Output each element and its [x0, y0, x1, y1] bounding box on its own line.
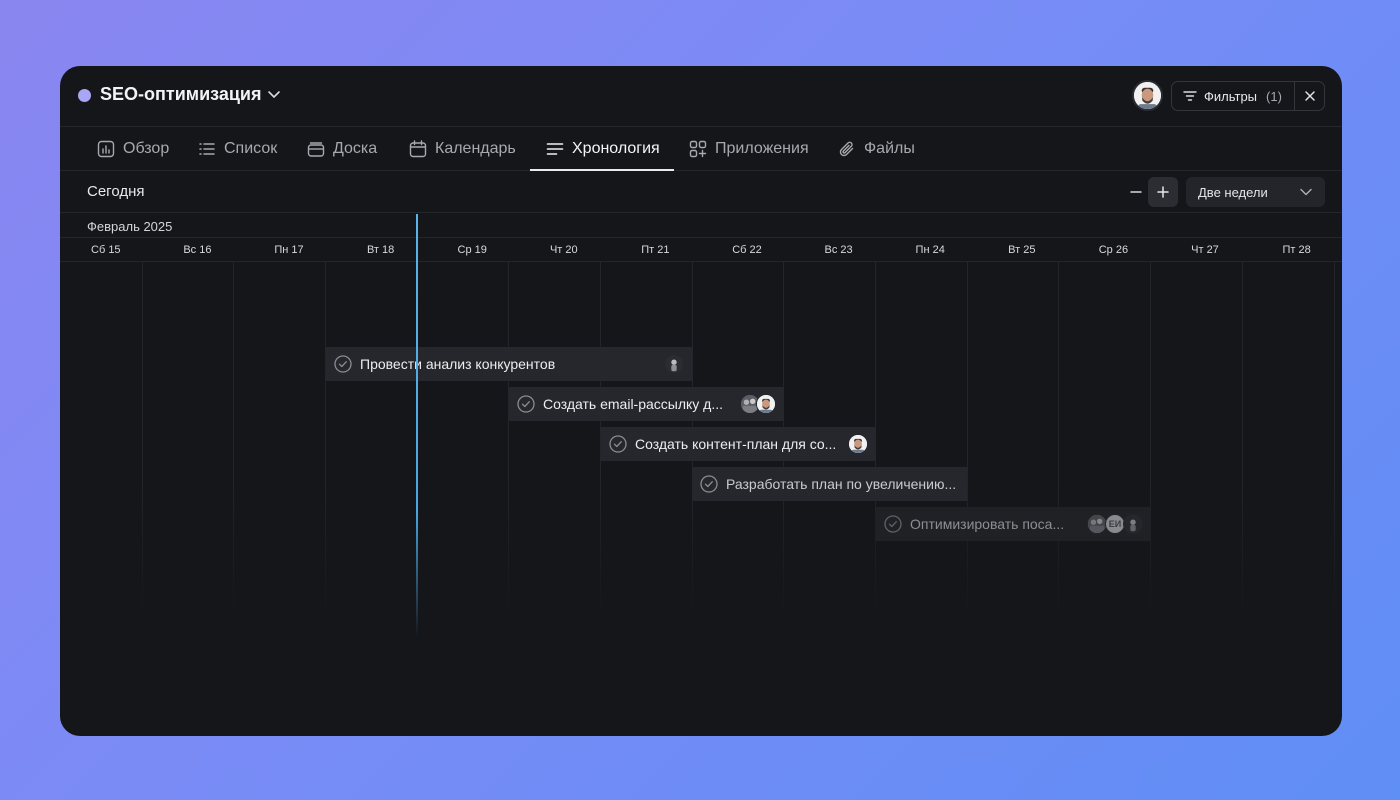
timeline-icon	[546, 143, 564, 155]
range-select[interactable]: Две недели	[1186, 177, 1325, 207]
day-label: Вт 25	[1008, 244, 1036, 256]
day-label: Пт 28	[1282, 244, 1311, 256]
tab-label: Приложения	[715, 140, 809, 157]
filters-control: Фильтры (1)	[1171, 81, 1325, 111]
day-gridline	[233, 262, 234, 622]
day-gridline	[967, 262, 968, 622]
tab-overview[interactable]: Обзор	[97, 127, 169, 171]
assignees	[664, 354, 684, 374]
chart-icon	[97, 140, 115, 158]
filters-count: (1)	[1266, 88, 1282, 104]
chevron-down-icon[interactable]	[266, 86, 282, 102]
user-avatar[interactable]	[1132, 80, 1163, 111]
day-label: Ср 26	[1098, 244, 1129, 256]
calendar-icon	[409, 140, 427, 158]
day-header: Сб 15 Вс 16 Пн 17 Вт 18 Ср 19 Чт 20 Пт 2…	[60, 238, 1342, 262]
assignee-avatar[interactable]	[1123, 514, 1143, 534]
tab-files[interactable]: Файлы	[838, 127, 915, 171]
day-label: Пт 21	[641, 244, 670, 256]
tab-calendar[interactable]: Календарь	[409, 127, 516, 171]
list-icon	[199, 143, 215, 155]
day-gridline	[1150, 262, 1151, 622]
task-bar[interactable]: Разработать план по увеличению...	[692, 467, 967, 501]
clear-filters-button[interactable]	[1295, 82, 1324, 110]
task-name: Создать email-рассылку д...	[543, 396, 724, 412]
tab-label: Доска	[333, 140, 378, 157]
tab-label: Список	[224, 140, 278, 157]
day-gridline	[1058, 262, 1059, 622]
filters-label: Фильтры	[1204, 88, 1258, 104]
task-name: Разработать план по увеличению...	[726, 476, 957, 492]
apps-icon	[689, 140, 707, 158]
current-time-marker	[416, 214, 418, 638]
project-window: SEO-оптимизация Фильтры (1) Обзор Список…	[60, 66, 1342, 736]
day-gridline	[1334, 262, 1335, 622]
tab-timeline[interactable]: Хронология	[546, 127, 660, 171]
assignees: ЕИ	[1087, 514, 1143, 534]
tab-label: Календарь	[435, 140, 516, 157]
day-label: Вс 16	[183, 244, 212, 256]
task-bar[interactable]: Оптимизировать поса... ЕИ	[876, 507, 1151, 541]
task-bar[interactable]: Создать контент-план для со...	[601, 427, 876, 461]
day-label: Вс 23	[824, 244, 853, 256]
month-label: Февраль 2025	[87, 219, 173, 234]
zoom-out-button[interactable]	[1122, 178, 1150, 206]
assignee-avatar[interactable]	[1087, 514, 1107, 534]
day-gridline	[325, 262, 326, 622]
today-button[interactable]: Сегодня	[87, 183, 145, 200]
check-circle-icon[interactable]	[517, 395, 535, 413]
day-label: Чт 20	[549, 244, 578, 256]
tab-label: Файлы	[864, 140, 915, 157]
tab-apps[interactable]: Приложения	[689, 127, 809, 171]
day-gridline	[508, 262, 509, 622]
project-header: SEO-оптимизация Фильтры (1)	[60, 66, 1342, 127]
filters-button[interactable]: Фильтры (1)	[1172, 82, 1296, 110]
tab-board[interactable]: Доска	[307, 127, 377, 171]
task-bar[interactable]: Провести анализ конкурентов	[326, 347, 692, 381]
assignee-avatar[interactable]	[664, 354, 684, 374]
paperclip-icon	[839, 141, 854, 157]
assignee-avatar[interactable]	[756, 394, 776, 414]
minus-icon	[1130, 191, 1142, 193]
project-color-dot	[78, 89, 91, 102]
tab-label: Хронология	[572, 140, 660, 157]
tab-list[interactable]: Список	[198, 127, 277, 171]
day-label: Вт 18	[366, 244, 395, 256]
assignees	[740, 394, 776, 414]
check-circle-icon[interactable]	[334, 355, 352, 373]
task-name: Провести анализ конкурентов	[360, 356, 556, 372]
timeline-toolbar: Сегодня Две недели	[60, 171, 1342, 213]
plus-icon	[1157, 186, 1169, 198]
view-tabs: Обзор Список Доска Календарь Хронология …	[60, 127, 1342, 171]
tab-label: Обзор	[123, 140, 170, 157]
task-name: Оптимизировать поса...	[910, 516, 1065, 532]
task-bar[interactable]: Создать email-рассылку д...	[509, 387, 784, 421]
day-label: Сб 15	[91, 244, 121, 256]
check-circle-icon[interactable]	[700, 475, 718, 493]
day-label: Сб 22	[732, 244, 762, 256]
task-name: Создать контент-план для со...	[635, 436, 837, 452]
check-circle-icon[interactable]	[884, 515, 902, 533]
close-icon	[1304, 91, 1315, 101]
range-value: Две недели	[1198, 184, 1268, 200]
filter-icon	[1183, 91, 1197, 101]
day-label: Чт 27	[1191, 244, 1219, 256]
board-icon	[307, 142, 325, 157]
chevron-down-icon	[1300, 188, 1312, 196]
assignee-initials[interactable]: ЕИ	[1105, 514, 1125, 534]
assignee-avatar[interactable]	[848, 434, 868, 454]
check-circle-icon[interactable]	[609, 435, 627, 453]
zoom-in-button[interactable]	[1148, 177, 1178, 207]
day-gridline	[142, 262, 143, 622]
project-title[interactable]: SEO-оптимизация	[100, 84, 262, 105]
day-label: Пн 17	[274, 244, 304, 256]
assignees	[848, 434, 868, 454]
day-label: Пн 24	[915, 244, 945, 256]
day-label: Ср 19	[457, 244, 487, 256]
day-gridline	[1242, 262, 1243, 622]
